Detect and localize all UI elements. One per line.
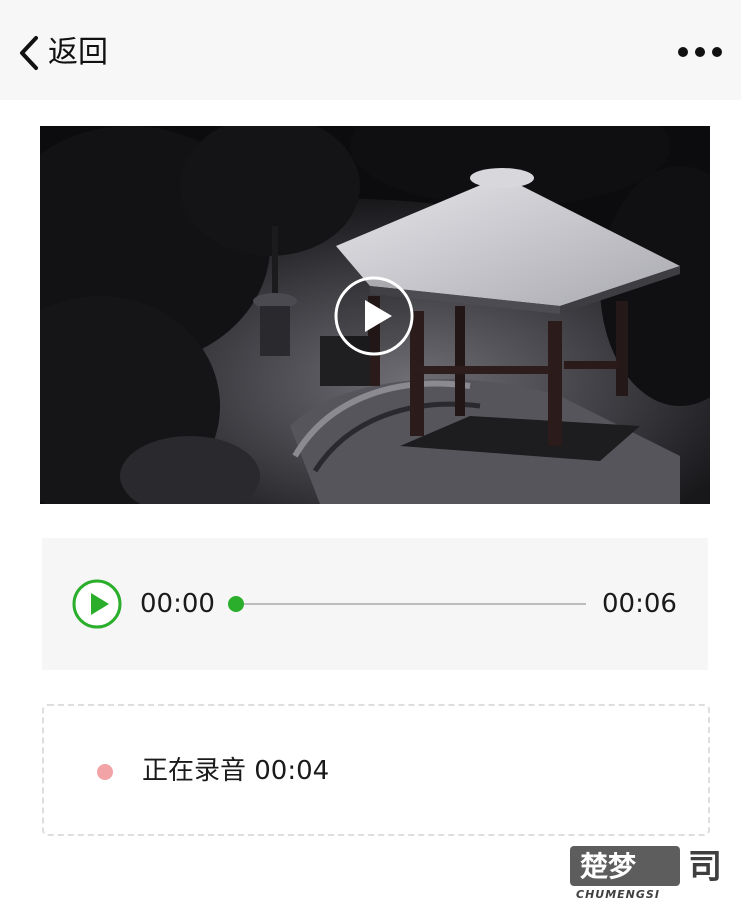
audio-current-time: 00:00 [140, 589, 215, 619]
svg-text:司: 司 [688, 847, 722, 887]
recording-label: 正在录音 00:04 [142, 756, 330, 786]
play-icon[interactable] [71, 578, 123, 630]
video-player[interactable] [40, 126, 710, 504]
recording-status: 正在录音 00:04 [42, 704, 710, 836]
play-circle-icon[interactable] [333, 275, 415, 357]
audio-progress-bar[interactable] [228, 596, 586, 612]
more-horizontal-icon [678, 47, 722, 57]
audio-player: 00:00 00:06 [42, 538, 708, 670]
recording-indicator-icon [97, 764, 113, 780]
more-button[interactable] [672, 36, 728, 68]
watermark-logo: 楚梦 司 CHUMENGSI [570, 846, 722, 900]
chevron-left-icon [20, 36, 38, 70]
back-label: 返回 [48, 35, 108, 70]
nav-bar: 返回 [0, 0, 741, 100]
svg-text:CHUMENGSI: CHUMENGSI [576, 888, 660, 900]
svg-text:楚梦: 楚梦 [580, 850, 637, 883]
audio-total-time: 00:06 [602, 589, 677, 619]
audio-progress-handle[interactable] [228, 596, 244, 612]
back-button[interactable]: 返回 [18, 30, 108, 76]
